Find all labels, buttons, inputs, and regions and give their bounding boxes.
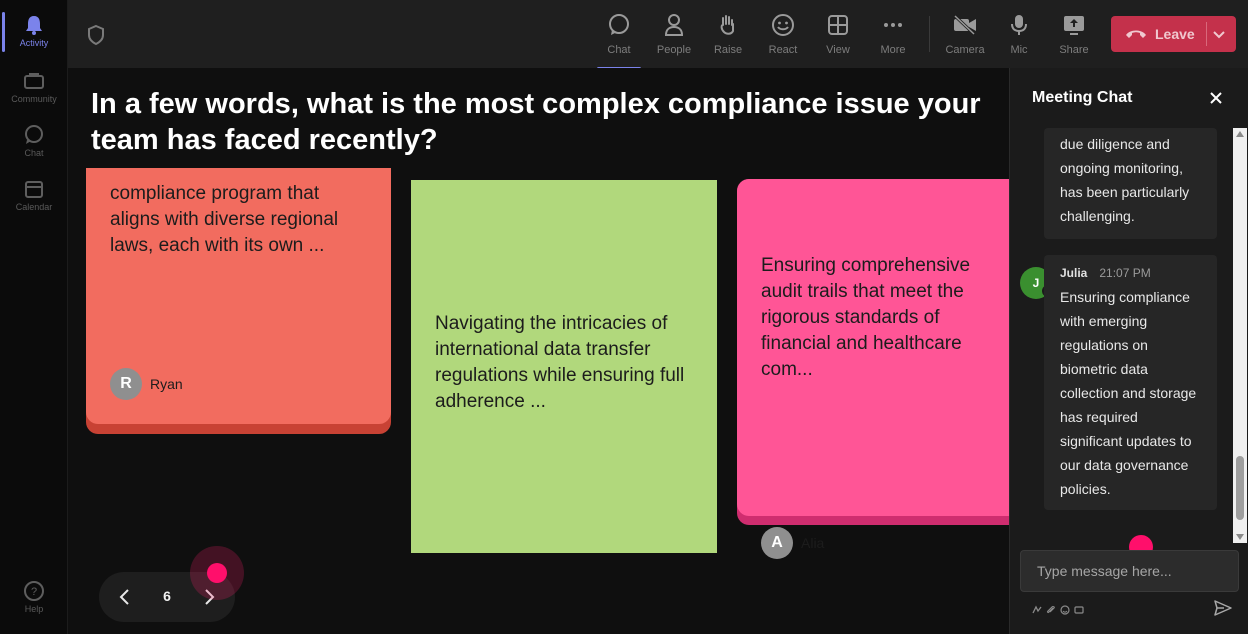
- leave-divider: [1206, 22, 1207, 46]
- view-button[interactable]: View: [810, 8, 866, 64]
- raise-button-label: Raise: [713, 44, 743, 56]
- avatar-initial: J: [1032, 276, 1040, 290]
- camera-off-icon: [952, 12, 978, 38]
- note-author-name: Ryan: [150, 376, 183, 392]
- sticky-note-face: Ensuring comprehensive audit trails that…: [737, 179, 1009, 516]
- more-button-label: More: [880, 44, 906, 56]
- emoji-icon[interactable]: [1060, 602, 1070, 615]
- raise-hand-button[interactable]: Raise: [700, 8, 756, 64]
- rail-item-chat[interactable]: Chat: [0, 116, 68, 168]
- react-button-label: React: [768, 44, 798, 56]
- react-button[interactable]: React: [755, 8, 811, 64]
- note-text: compliance program that aligns with dive…: [110, 183, 339, 256]
- avatar: A: [761, 527, 793, 559]
- chat-message: Julia 21:07 PM Ensuring compliance with …: [1044, 255, 1217, 510]
- chat-messages[interactable]: due diligence and ongoing monitoring, ha…: [1010, 128, 1248, 543]
- meeting-chat-panel: Meeting Chat due diligence and ongoing m…: [1009, 68, 1248, 634]
- format-icon[interactable]: [1032, 602, 1042, 614]
- close-icon[interactable]: [1208, 90, 1224, 106]
- svg-text:?: ?: [31, 586, 37, 598]
- scroll-up-arrow-icon[interactable]: [1236, 131, 1244, 137]
- rail-item-calendar[interactable]: Calendar: [0, 170, 68, 222]
- sticky-note[interactable]: Ensuring comprehensive audit trails that…: [737, 179, 1009, 559]
- whiteboard-stage: In a few words, what is the most complex…: [68, 68, 1009, 634]
- rail-item-help[interactable]: ? Help: [0, 572, 68, 624]
- camera-button[interactable]: Camera: [937, 8, 993, 64]
- smiley-icon: [770, 12, 796, 38]
- rail-item-activity[interactable]: Activity: [0, 6, 68, 58]
- send-icon[interactable]: [1213, 599, 1233, 617]
- rail-label: Community: [11, 94, 57, 104]
- camera-button-label: Camera: [945, 44, 985, 56]
- leave-button-label: Leave: [1155, 26, 1195, 42]
- people-button-label: People: [656, 44, 692, 56]
- note-text: Navigating the intricacies of internatio…: [435, 313, 685, 412]
- note-author-name: Alia: [801, 535, 825, 551]
- calendar-icon: [22, 178, 46, 200]
- chat-message-input[interactable]: [1020, 550, 1239, 592]
- meeting-window: Activity Community Chat Calendar ? Help: [0, 0, 1248, 634]
- scroll-down-arrow-icon[interactable]: [1236, 534, 1244, 540]
- share-screen-icon: [1061, 12, 1087, 38]
- question-title: In a few words, what is the most complex…: [91, 88, 981, 156]
- chat-message-text: Ensuring compliance with emerging regula…: [1060, 289, 1197, 497]
- shield-icon[interactable]: [86, 24, 106, 46]
- chevron-left-icon[interactable]: [115, 587, 135, 607]
- rail-label: Activity: [19, 38, 49, 48]
- chat-button[interactable]: Chat: [591, 8, 647, 70]
- gif-icon[interactable]: [1074, 602, 1084, 614]
- more-button[interactable]: More: [865, 8, 921, 64]
- people-icon: [661, 12, 687, 38]
- people-button[interactable]: People: [646, 8, 702, 64]
- left-rail: Activity Community Chat Calendar ? Help: [0, 0, 68, 634]
- view-button-label: View: [826, 44, 850, 56]
- sticky-note-face: compliance program that aligns with dive…: [86, 168, 391, 424]
- cursor-dot: [207, 563, 227, 583]
- share-button[interactable]: Share: [1046, 8, 1102, 64]
- chat-message-author: Julia: [1060, 266, 1088, 280]
- chat-header: Meeting Chat: [1010, 68, 1248, 128]
- note-text: Ensuring comprehensive audit trails that…: [761, 255, 971, 380]
- microphone-icon: [1006, 12, 1032, 38]
- rail-item-community[interactable]: Community: [0, 62, 68, 114]
- sticky-note[interactable]: Navigating the intricacies of internatio…: [411, 180, 717, 553]
- page-number: 6: [163, 588, 171, 604]
- rail-label: Chat: [24, 148, 44, 158]
- chat-scrollbar[interactable]: [1233, 128, 1247, 543]
- hang-up-icon: [1125, 27, 1147, 41]
- chat-message-text: due diligence and ongoing monitoring, ha…: [1060, 136, 1190, 224]
- rail-label: Help: [24, 604, 44, 614]
- share-button-label: Share: [1059, 44, 1089, 56]
- avatar: R: [110, 368, 142, 400]
- mic-button[interactable]: Mic: [991, 8, 1047, 64]
- bell-icon: [22, 14, 46, 36]
- note-author: A Alia: [761, 527, 824, 559]
- meeting-toolbar: Chat People Raise React View More Camera…: [68, 0, 1248, 70]
- toolbar-divider: [929, 16, 930, 52]
- chat-message: due diligence and ongoing monitoring, ha…: [1044, 128, 1217, 239]
- chat-title: Meeting Chat: [1032, 89, 1133, 106]
- community-icon: [22, 70, 46, 92]
- chat-bubble-icon: [606, 12, 632, 38]
- more-dots-icon: [880, 12, 906, 38]
- raise-hand-icon: [715, 12, 741, 38]
- leave-button[interactable]: Leave: [1111, 16, 1236, 52]
- rail-label: Calendar: [15, 202, 53, 212]
- chat-icon: [22, 124, 46, 146]
- mic-button-label: Mic: [1010, 44, 1028, 56]
- chat-message-meta: Julia 21:07 PM: [1060, 261, 1201, 285]
- help-icon: ?: [22, 580, 46, 602]
- sticky-note[interactable]: compliance program that aligns with dive…: [86, 168, 391, 434]
- chevron-down-icon[interactable]: [1212, 27, 1226, 41]
- attach-icon[interactable]: [1046, 602, 1056, 614]
- grid-view-icon: [825, 12, 851, 38]
- scrollbar-thumb[interactable]: [1236, 456, 1244, 520]
- chat-message-time: 21:07 PM: [1099, 266, 1151, 280]
- note-author: R Ryan: [110, 368, 183, 400]
- chat-button-label: Chat: [607, 44, 631, 56]
